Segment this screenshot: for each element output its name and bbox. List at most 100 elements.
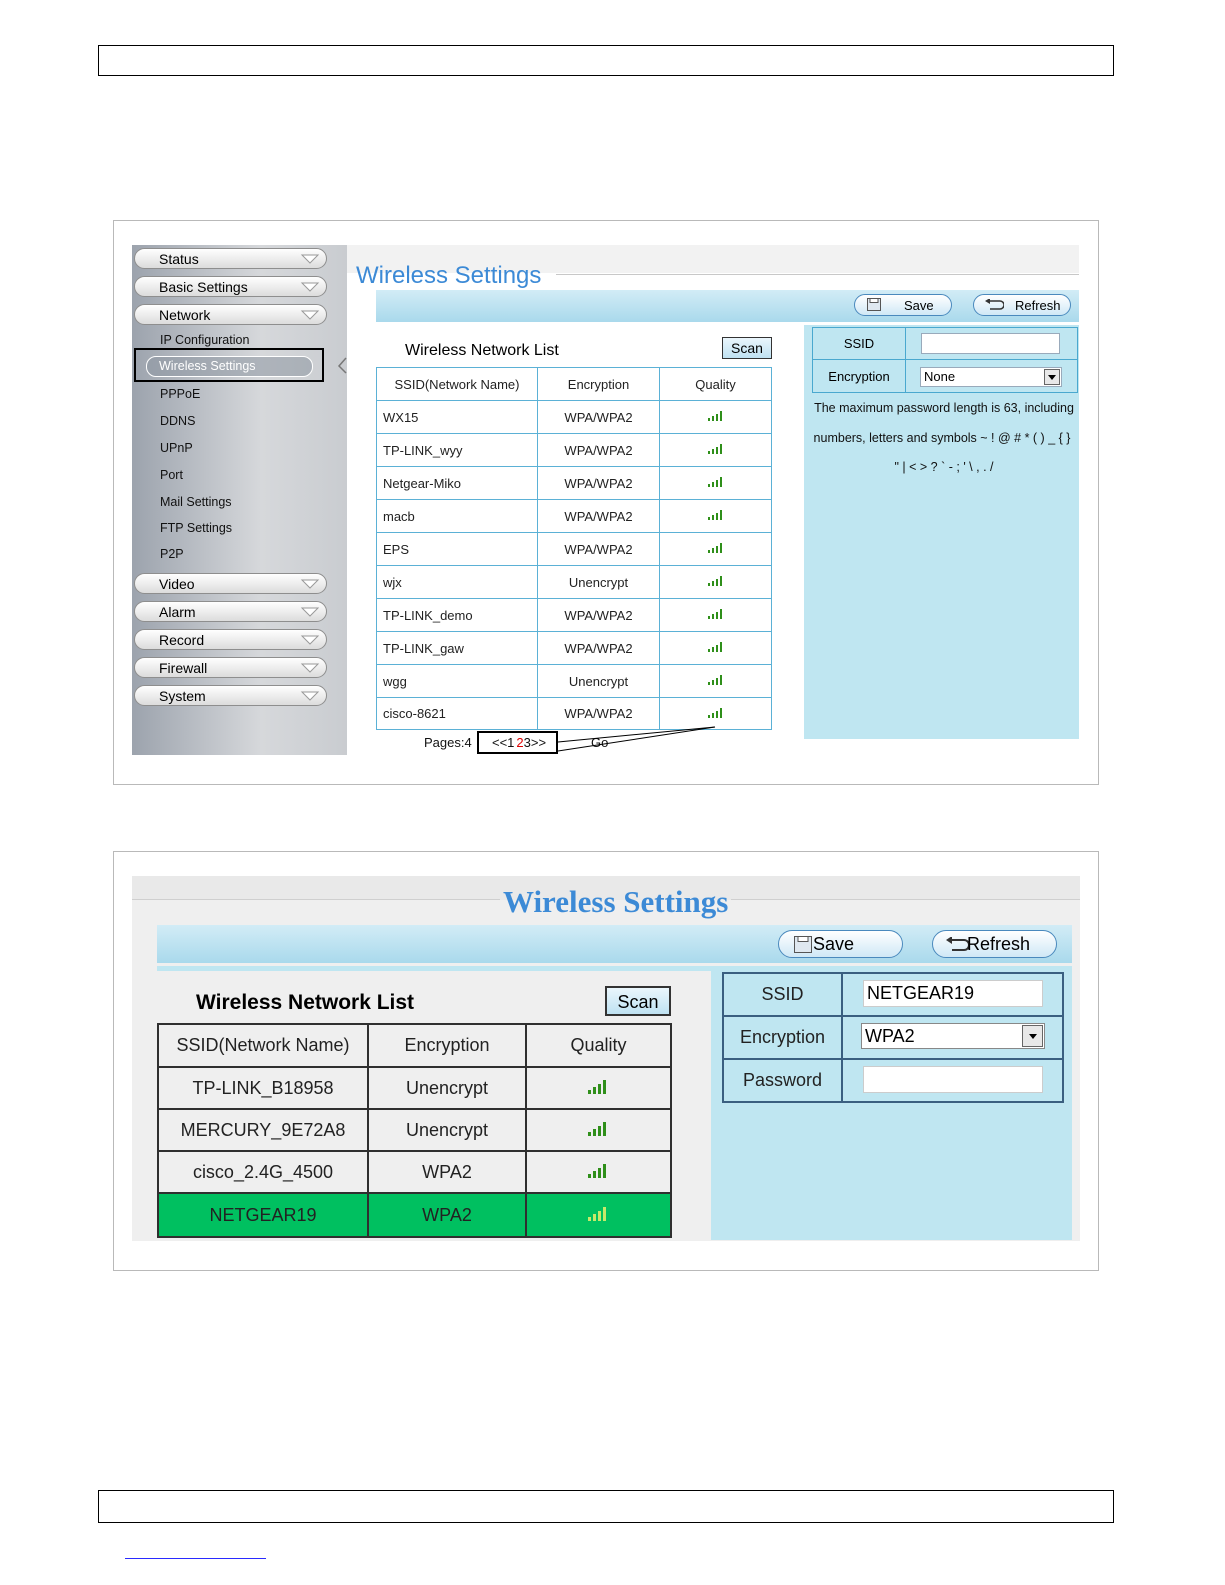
cell-quality <box>659 631 772 665</box>
page-current: 2 <box>516 735 524 750</box>
signal-strength-icon <box>587 1077 611 1095</box>
table-row[interactable]: EPS WPA/WPA2 <box>376 532 772 566</box>
encryption-selected-value: WPA2 <box>865 1026 915 1046</box>
table-header-row: SSID(Network Name) Encryption Quality <box>157 1023 672 1068</box>
ssid-label: SSID <box>812 327 906 360</box>
cell-encryption: WPA/WPA2 <box>537 400 660 434</box>
encryption-select[interactable]: None <box>920 367 1062 387</box>
signal-strength-icon <box>587 1161 611 1179</box>
sidebar-item-mail-settings[interactable]: Mail Settings <box>160 495 232 509</box>
menu-status[interactable]: Status <box>134 248 327 269</box>
table-row-selected[interactable]: NETGEAR19 WPA2 <box>157 1192 672 1238</box>
sidebar-item-port[interactable]: Port <box>160 468 183 482</box>
table-row[interactable]: macb WPA/WPA2 <box>376 499 772 533</box>
floppy-disk-icon <box>867 298 881 311</box>
scan-button-2[interactable]: Scan <box>605 986 671 1016</box>
menu-label: System <box>159 688 206 704</box>
save-label: Save <box>813 934 855 954</box>
floppy-disk-icon <box>794 936 812 953</box>
signal-strength-icon <box>707 706 725 719</box>
save-button[interactable]: Save <box>854 294 952 316</box>
cell-ssid: wjx <box>376 565 538 599</box>
cell-encryption: Unencrypt <box>537 664 660 698</box>
encryption-select-2[interactable]: WPA2 <box>861 1023 1045 1049</box>
list-title-2: Wireless Network List <box>196 991 415 1014</box>
dropdown-arrow-icon[interactable] <box>1044 369 1060 385</box>
password-input-2[interactable] <box>863 1066 1043 1093</box>
table-row[interactable]: TP-LINK_wyy WPA/WPA2 <box>376 433 772 467</box>
scan-button[interactable]: Scan <box>722 337 772 359</box>
cell-encryption: WPA/WPA2 <box>537 499 660 533</box>
cell-encryption: WPA2 <box>367 1150 527 1194</box>
chevron-down-icon <box>300 691 320 701</box>
menu-alarm[interactable]: Alarm <box>134 601 327 622</box>
sidebar-item-upnp[interactable]: UPnP <box>160 441 193 455</box>
chevron-down-icon <box>300 254 320 264</box>
page-prev-link[interactable]: <<1 <box>492 735 514 750</box>
scan-label: Scan <box>731 340 763 356</box>
chevron-down-icon <box>300 282 320 292</box>
refresh-button[interactable]: Refresh <box>973 294 1071 316</box>
pages-count: Pages:4 <box>424 735 472 750</box>
password-note-line-1: The maximum password length is 63, inclu… <box>814 401 1074 415</box>
save-button-2[interactable]: Save <box>778 930 903 958</box>
signal-strength-icon <box>587 1204 611 1222</box>
menu-system[interactable]: System <box>134 685 327 706</box>
sidebar-item-pppoe[interactable]: PPPoE <box>160 387 200 401</box>
cell-quality <box>659 598 772 632</box>
password-note-line-3: " | < > ? ` - ; ' \ , . / <box>894 460 994 474</box>
menu-label: Basic Settings <box>159 279 248 295</box>
password-note-line-2: numbers, letters and symbols ~ ! @ # * (… <box>813 431 1071 445</box>
page-title-2: Wireless Settings <box>503 884 729 919</box>
title-divider <box>556 274 1079 275</box>
table-row[interactable]: Netgear-Miko WPA/WPA2 <box>376 466 772 500</box>
title-divider-2-right <box>731 899 1080 900</box>
refresh-label: Refresh <box>967 934 1031 954</box>
table-row[interactable]: wjx Unencrypt <box>376 565 772 599</box>
menu-basic-settings[interactable]: Basic Settings <box>134 276 327 297</box>
sidebar-item-wireless-settings[interactable]: Wireless Settings <box>146 356 313 377</box>
title-divider-2-left <box>132 899 500 900</box>
table-header-row: SSID(Network Name) Encryption Quality <box>376 367 772 401</box>
table-row[interactable]: TP-LINK_gaw WPA/WPA2 <box>376 631 772 665</box>
column-header-encryption: Encryption <box>537 367 660 401</box>
table-row[interactable]: MERCURY_9E72A8 Unencrypt <box>157 1108 672 1152</box>
menu-video[interactable]: Video <box>134 573 327 594</box>
sidebar-item-ip-configuration[interactable]: IP Configuration <box>160 333 249 347</box>
cell-ssid: TP-LINK_wyy <box>376 433 538 467</box>
sidebar-item-ddns[interactable]: DDNS <box>160 414 195 428</box>
sidebar-item-p2p[interactable]: P2P <box>160 547 184 561</box>
table-row[interactable]: TP-LINK_B18958 Unencrypt <box>157 1066 672 1110</box>
table-row[interactable]: TP-LINK_demo WPA/WPA2 <box>376 598 772 632</box>
refresh-label: Refresh <box>1015 298 1061 313</box>
cell-ssid: cisco-8621 <box>376 697 538 730</box>
signal-strength-icon <box>587 1119 611 1137</box>
ssid-input-2[interactable]: NETGEAR19 <box>863 980 1043 1007</box>
menu-record[interactable]: Record <box>134 629 327 650</box>
table-row[interactable]: cisco_2.4G_4500 WPA2 <box>157 1150 672 1194</box>
refresh-arrow-icon <box>985 299 1004 310</box>
refresh-button-2[interactable]: Refresh <box>932 930 1057 958</box>
cell-ssid: Netgear-Miko <box>376 466 538 500</box>
page-header-box <box>98 45 1114 76</box>
cell-quality <box>659 664 772 698</box>
signal-strength-icon <box>707 409 725 422</box>
password-label: Password <box>722 1058 843 1103</box>
refresh-arrow-icon <box>946 937 969 951</box>
cell-ssid: NETGEAR19 <box>157 1192 369 1238</box>
encryption-label: Encryption <box>722 1015 843 1060</box>
menu-firewall[interactable]: Firewall <box>134 657 327 678</box>
menu-network[interactable]: Network <box>134 304 327 325</box>
table-row[interactable]: wgg Unencrypt <box>376 664 772 698</box>
page-next-link[interactable]: 3>> <box>524 735 546 750</box>
sidebar-item-ftp-settings[interactable]: FTP Settings <box>160 521 232 535</box>
table-row[interactable]: WX15 WPA/WPA2 <box>376 400 772 434</box>
cell-quality <box>525 1192 672 1238</box>
ssid-input[interactable] <box>921 333 1060 354</box>
cell-encryption: WPA2 <box>367 1192 527 1238</box>
cell-encryption: Unencrypt <box>537 565 660 599</box>
dropdown-arrow-icon[interactable] <box>1022 1025 1043 1047</box>
footer-link-underline <box>125 1558 266 1559</box>
cell-ssid: WX15 <box>376 400 538 434</box>
cell-quality <box>659 499 772 533</box>
